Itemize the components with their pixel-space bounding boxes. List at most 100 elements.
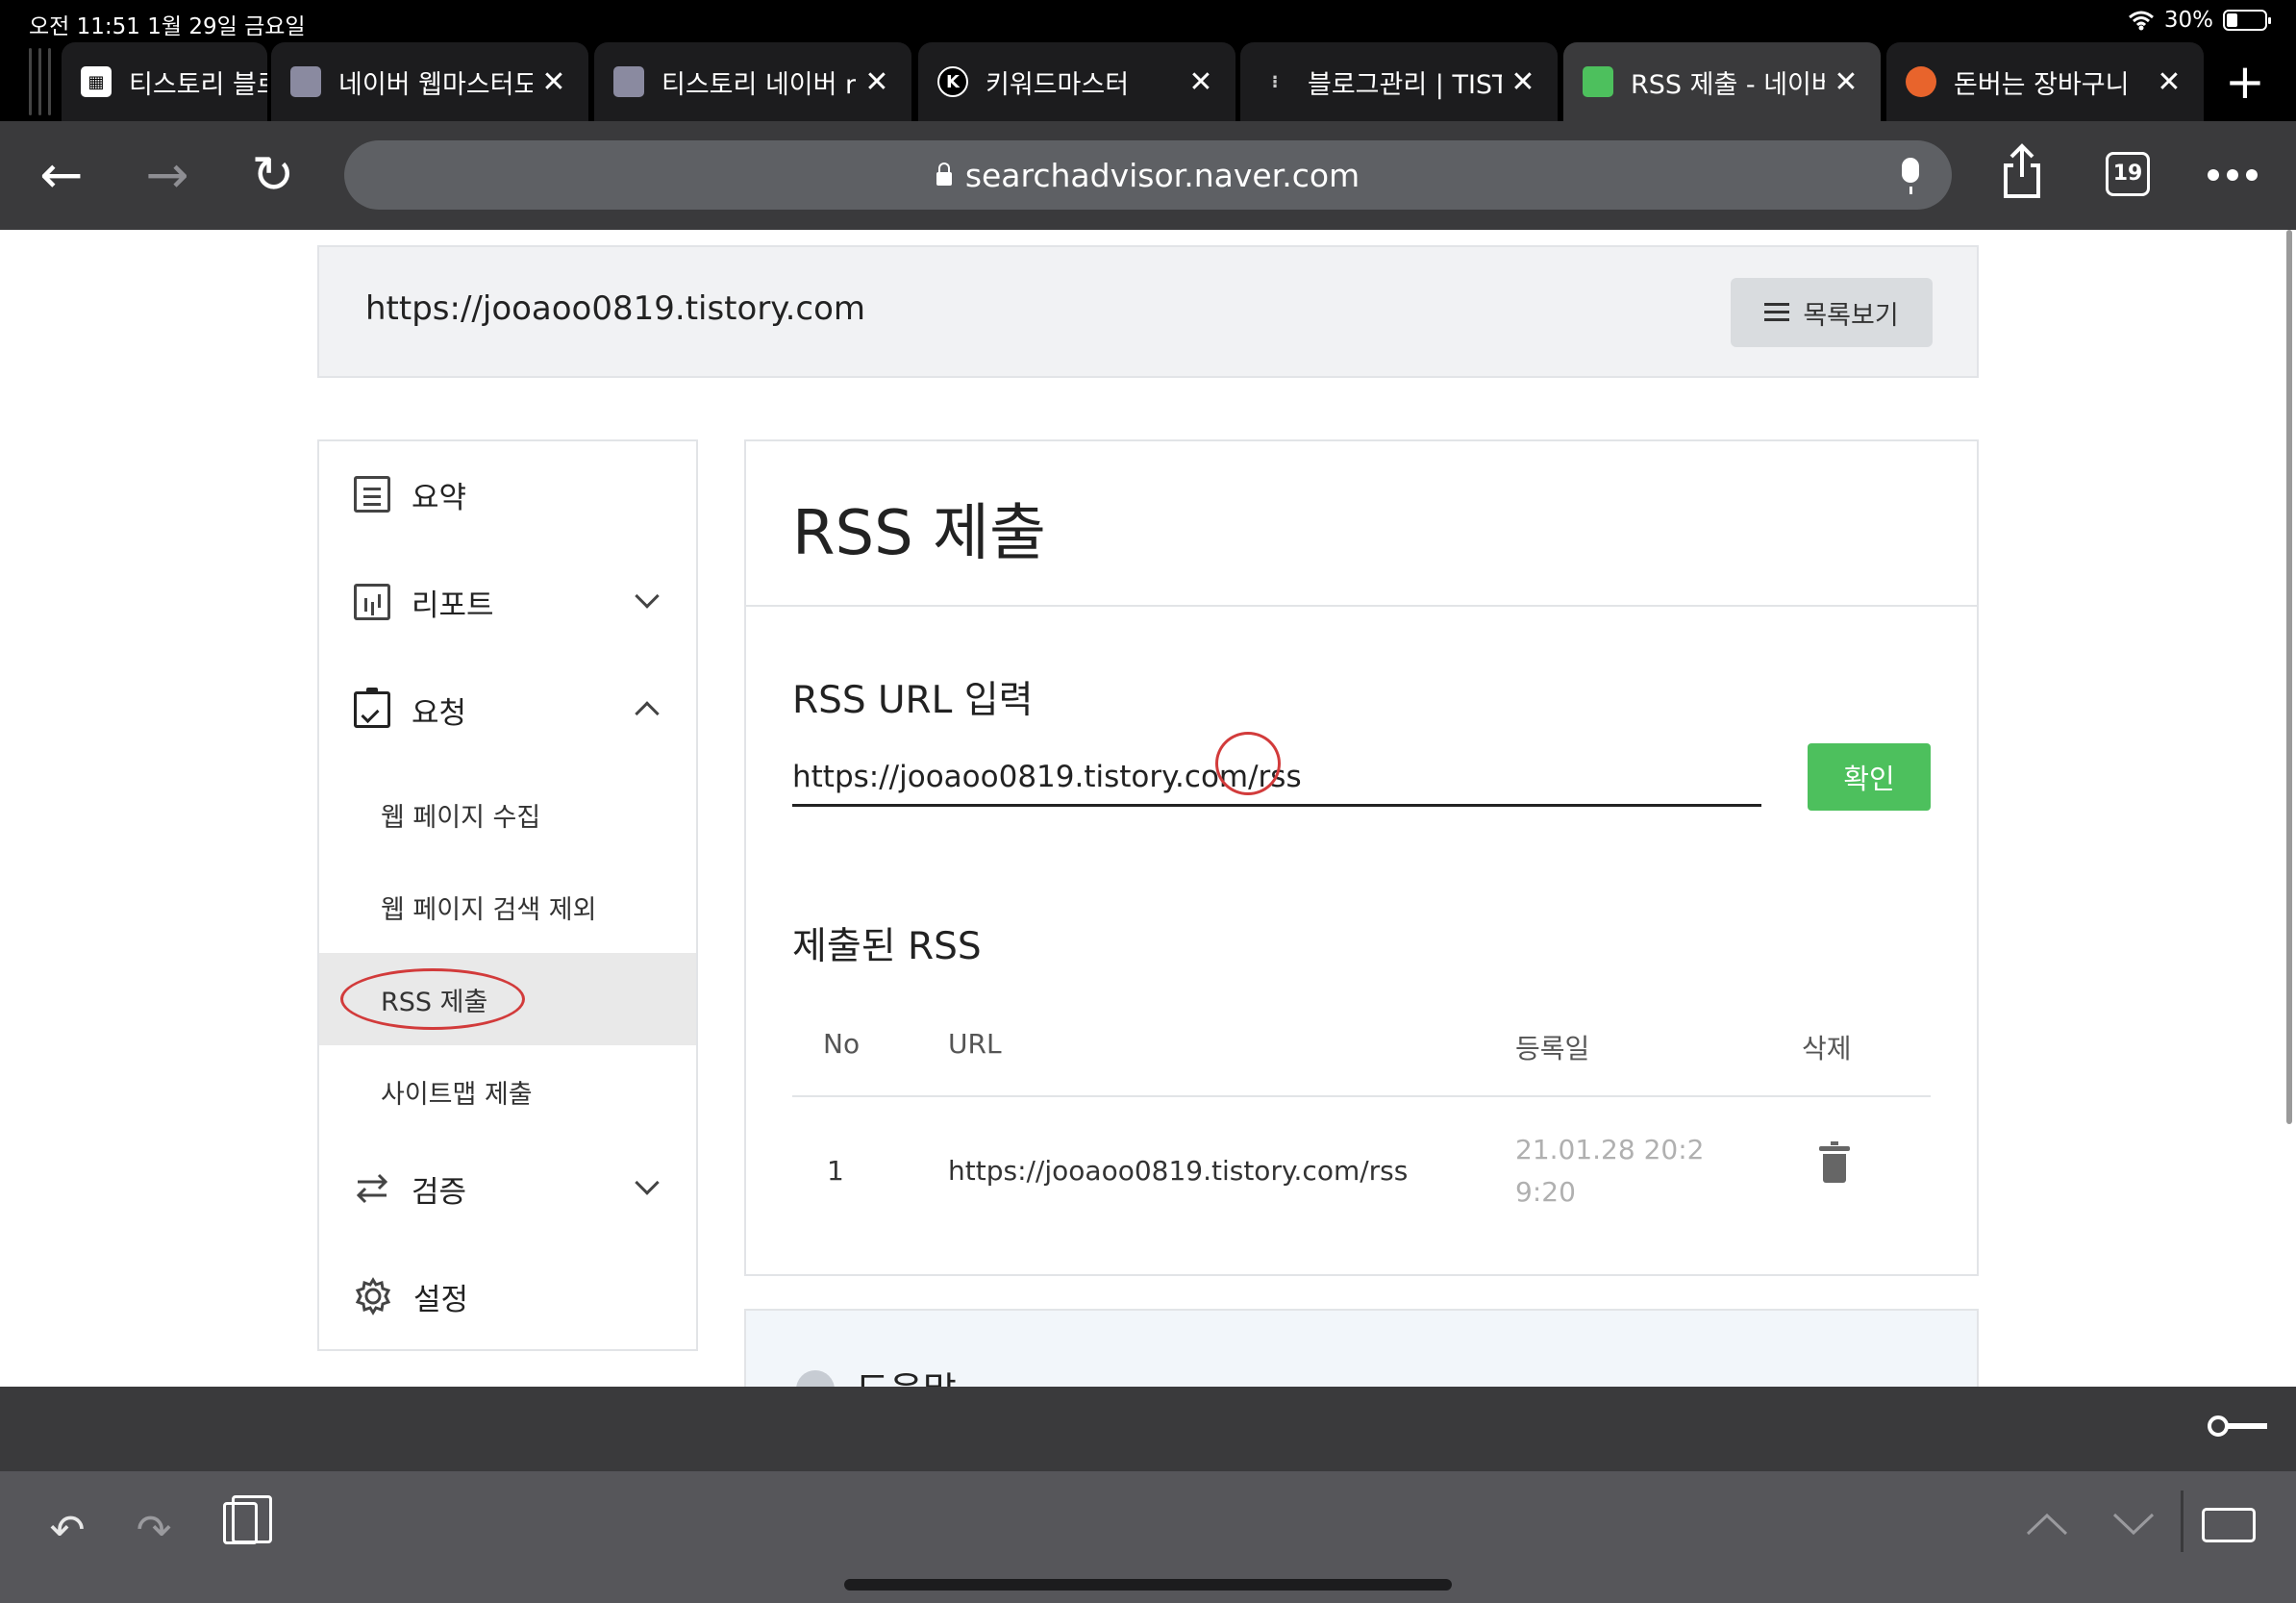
sidebar-item-settings[interactable]: 설정 bbox=[319, 1243, 696, 1349]
sidebar-subitem-sitemap[interactable]: 사이트맵 제출 bbox=[319, 1045, 696, 1138]
tab-rss-submit[interactable]: RSS 제출 - 네이버 ✕ bbox=[1563, 42, 1881, 121]
row-url: https://jooaoo0819.tistory.com/rss bbox=[948, 1155, 1409, 1187]
keyboard-shortcut-bar: ↶ ↷ bbox=[0, 1471, 2296, 1603]
help-title: 도움말 bbox=[856, 1361, 957, 1387]
web-content: https://jooaoo0819.tistory.com 목록보기 요약 리… bbox=[0, 230, 2296, 1387]
reload-icon[interactable]: ↻ bbox=[242, 144, 304, 206]
tab-title: 키워드마스터 bbox=[986, 69, 1130, 100]
paste-icon[interactable] bbox=[223, 1495, 272, 1544]
orange-icon bbox=[1906, 66, 1936, 97]
sidebar-subitem-web-collect[interactable]: 웹 페이지 수집 bbox=[319, 768, 696, 861]
sidebar-item-label: 요청 bbox=[412, 695, 467, 731]
sidebar-item-summary[interactable]: 요약 bbox=[319, 441, 696, 547]
status-indicators: 30% bbox=[2128, 8, 2271, 33]
sidebar-item-report[interactable]: 리포트 bbox=[319, 549, 696, 655]
toolbar-separator bbox=[2181, 1490, 2184, 1552]
sidebar-item-label: 리포트 bbox=[412, 588, 494, 623]
keyboard-hide-icon[interactable] bbox=[2202, 1508, 2256, 1542]
tistory-icon: ▦ bbox=[81, 66, 112, 97]
chevron-down-icon bbox=[635, 584, 660, 609]
chevron-down-icon[interactable] bbox=[2111, 1512, 2156, 1537]
divider bbox=[746, 605, 1977, 607]
close-icon[interactable]: ✕ bbox=[533, 65, 575, 99]
table-header-url: URL bbox=[948, 1028, 1002, 1060]
new-tab-icon[interactable]: + bbox=[2219, 56, 2271, 108]
key-icon-stem bbox=[2227, 1423, 2267, 1429]
sidebar-item-label: 검증 bbox=[412, 1174, 467, 1210]
tab-title: 네이버 웹마스터도 bbox=[338, 69, 533, 100]
tab-tistory-naver[interactable]: 티스토리 네이버 r ✕ bbox=[594, 42, 911, 121]
red-annotation-oval bbox=[340, 968, 525, 1030]
info-icon bbox=[796, 1370, 835, 1387]
sidebar-item-request[interactable]: 요청 bbox=[319, 657, 696, 763]
address-bar[interactable]: searchadvisor.naver.com bbox=[344, 140, 1952, 210]
sidebar: 요약 리포트 요청 웹 페이지 수집 웹 페이지 검색 제외 RSS 제출 사이… bbox=[317, 439, 698, 1351]
tab-stack-edge bbox=[38, 48, 41, 115]
undo-icon[interactable]: ↶ bbox=[40, 1504, 94, 1558]
microphone-icon[interactable] bbox=[1902, 158, 1919, 194]
clipboard-check-icon bbox=[354, 688, 390, 728]
trash-icon[interactable] bbox=[1819, 1141, 1850, 1183]
sidebar-item-label: 설정 bbox=[413, 1282, 469, 1317]
close-icon[interactable]: ✕ bbox=[856, 65, 898, 99]
row-date: 21.01.28 20:29:20 bbox=[1515, 1134, 1705, 1208]
table-header-delete: 삭제 bbox=[1802, 1033, 1852, 1064]
chevron-down-icon bbox=[635, 1170, 660, 1195]
help-box: 도움말 bbox=[744, 1309, 1979, 1387]
document-icon bbox=[354, 476, 390, 513]
close-icon[interactable]: ✕ bbox=[1180, 65, 1222, 99]
redo-icon[interactable]: ↷ bbox=[127, 1504, 181, 1558]
red-annotation-circle bbox=[1215, 732, 1281, 795]
tab-stack-edge bbox=[29, 48, 32, 115]
list-icon bbox=[1764, 303, 1790, 322]
home-indicator bbox=[844, 1579, 1452, 1590]
keyword-master-icon: K bbox=[937, 66, 968, 97]
table-header-date: 등록일 bbox=[1515, 1033, 1590, 1064]
tab-count-button[interactable]: 19 bbox=[2106, 152, 2150, 196]
tab-title: 티스토리 블로 bbox=[129, 69, 267, 100]
sidebar-item-label: 요약 bbox=[412, 480, 467, 515]
tab-stack-edge bbox=[48, 48, 51, 115]
tab-keyword-master[interactable]: K 키워드마스터 ✕ bbox=[918, 42, 1235, 121]
close-icon[interactable]: ✕ bbox=[1825, 65, 1867, 99]
site-url: https://jooaoo0819.tistory.com bbox=[365, 289, 865, 328]
list-view-label: 목록보기 bbox=[1803, 300, 1899, 331]
table-divider bbox=[792, 1095, 1931, 1097]
confirm-button[interactable]: 확인 bbox=[1808, 743, 1931, 811]
chevron-up-icon[interactable] bbox=[2025, 1512, 2069, 1537]
battery-percent: 30% bbox=[2163, 8, 2213, 33]
tab-title: 블로그관리 | TIST bbox=[1308, 69, 1502, 100]
scrollbar[interactable] bbox=[2286, 230, 2292, 1124]
share-icon[interactable] bbox=[2000, 142, 2044, 200]
sidebar-item-verify[interactable]: 검증 bbox=[319, 1136, 696, 1241]
site-header: https://jooaoo0819.tistory.com 목록보기 bbox=[317, 245, 1979, 378]
status-time: 오전 11:51 1월 29일 금요일 bbox=[29, 14, 306, 39]
address-url: searchadvisor.naver.com bbox=[964, 156, 1360, 194]
tab-naver-webmaster[interactable]: 네이버 웹마스터도 ✕ bbox=[271, 42, 588, 121]
chevron-up-icon bbox=[635, 701, 660, 726]
profile-icon bbox=[613, 66, 644, 97]
forward-icon[interactable]: → bbox=[137, 144, 198, 206]
tistory-dots-icon: ⁝ bbox=[1271, 71, 1279, 92]
wifi-icon bbox=[2128, 11, 2154, 31]
tab-shopping[interactable]: 돈버는 장바구니 ✕ bbox=[1886, 42, 2204, 121]
key-icon[interactable] bbox=[2208, 1415, 2229, 1437]
chart-icon bbox=[354, 584, 390, 620]
tab-title: RSS 제출 - 네이버 bbox=[1631, 69, 1825, 100]
tab-title: 돈버는 장바구니 bbox=[1954, 69, 2130, 100]
list-view-button[interactable]: 목록보기 bbox=[1731, 278, 1933, 347]
row-number: 1 bbox=[827, 1155, 844, 1187]
tab-blog-manage[interactable]: ⁝ 블로그관리 | TIST ✕ bbox=[1240, 42, 1558, 121]
close-icon[interactable]: ✕ bbox=[2148, 65, 2190, 99]
page-title: RSS 제출 bbox=[792, 498, 1046, 569]
more-icon[interactable] bbox=[2208, 169, 2258, 181]
tab-strip: ▦ 티스토리 블로 네이버 웹마스터도 ✕ 티스토리 네이버 r ✕ K 키워드… bbox=[0, 42, 2296, 121]
battery-icon bbox=[2223, 10, 2271, 31]
tab-title: 티스토리 네이버 r bbox=[661, 69, 856, 100]
profile-icon bbox=[290, 66, 321, 97]
sidebar-subitem-web-exclude[interactable]: 웹 페이지 검색 제외 bbox=[319, 861, 696, 953]
back-icon[interactable]: ← bbox=[31, 144, 92, 206]
tab-tistory-blog[interactable]: ▦ 티스토리 블로 bbox=[62, 42, 267, 121]
table-header-no: No bbox=[823, 1028, 861, 1060]
close-icon[interactable]: ✕ bbox=[1502, 65, 1544, 99]
